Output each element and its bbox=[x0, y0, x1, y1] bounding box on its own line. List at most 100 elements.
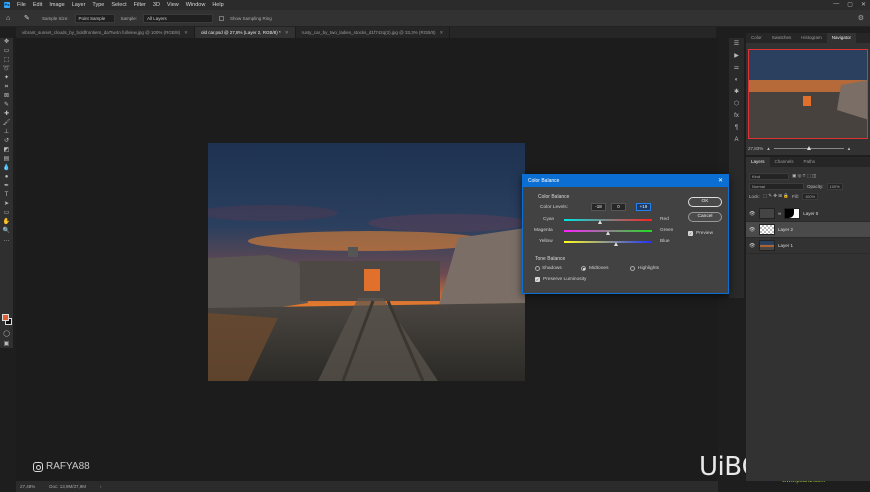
frame-tool-icon[interactable]: ⊠ bbox=[0, 92, 13, 101]
tab-old-car[interactable]: old car.psd @ 27,8% (Layer 2, RGB/8) * ✕ bbox=[194, 27, 296, 38]
minimize-button[interactable]: — bbox=[833, 1, 839, 8]
layer-name[interactable]: Layer 1 bbox=[778, 243, 793, 248]
menu-3d[interactable]: 3D bbox=[153, 2, 160, 8]
eraser-tool-icon[interactable]: ◩ bbox=[0, 146, 13, 155]
history-brush-icon[interactable]: ↺ bbox=[0, 137, 13, 146]
menu-select[interactable]: Select bbox=[111, 2, 126, 8]
marquee-tool-icon[interactable]: ⬚ bbox=[0, 56, 13, 65]
path-select-icon[interactable]: ➤ bbox=[0, 200, 13, 209]
visibility-eye-icon[interactable]: 👁 bbox=[749, 243, 756, 249]
pen-tool-icon[interactable]: ✒ bbox=[0, 182, 13, 191]
layer-row-selected[interactable]: 👁 Layer 2 bbox=[746, 222, 870, 238]
menu-layer[interactable]: Layer bbox=[72, 2, 86, 8]
blend-mode-select[interactable]: Normal bbox=[749, 182, 804, 190]
type-tool-icon[interactable]: T bbox=[0, 191, 13, 200]
midtones-radio[interactable] bbox=[581, 266, 586, 271]
photoshop-logo-icon[interactable]: Ps bbox=[4, 2, 10, 8]
zoom-slider[interactable] bbox=[773, 145, 844, 150]
preserve-luminosity-checkbox[interactable]: ✓ bbox=[535, 277, 540, 282]
filter-icons[interactable]: ▣ ◎ T ⬚ ◫ bbox=[792, 173, 816, 179]
styles-icon[interactable]: fx bbox=[729, 110, 744, 122]
menu-help[interactable]: Help bbox=[212, 2, 223, 8]
yellow-blue-slider-knob[interactable] bbox=[614, 242, 619, 246]
healing-brush-icon[interactable]: ✚ bbox=[0, 110, 13, 119]
show-sampling-ring-checkbox[interactable] bbox=[219, 15, 225, 21]
zoom-slider-knob[interactable] bbox=[806, 145, 811, 150]
move-tool-icon[interactable]: ✥ bbox=[0, 38, 13, 47]
maximize-button[interactable]: ▢ bbox=[847, 1, 853, 8]
yellow-blue-slider[interactable] bbox=[564, 241, 652, 246]
lasso-tool-icon[interactable]: ➰ bbox=[0, 65, 13, 74]
menu-file[interactable]: File bbox=[17, 2, 26, 8]
tab-rusty-car[interactable]: rusty_car_by_two_ladies_stocks_d1f742q(2… bbox=[296, 27, 451, 38]
zoom-in-icon[interactable]: ▲ bbox=[847, 146, 851, 151]
highlights-radio[interactable] bbox=[630, 266, 635, 271]
dodge-tool-icon[interactable]: ● bbox=[0, 173, 13, 182]
cyan-red-slider[interactable] bbox=[564, 219, 652, 224]
foreground-color-swatch[interactable] bbox=[2, 314, 9, 321]
tab-histogram[interactable]: Histogram bbox=[796, 33, 827, 43]
menu-type[interactable]: Type bbox=[92, 2, 104, 8]
layer-mask-thumbnail[interactable] bbox=[784, 208, 801, 219]
home-icon[interactable]: ⌂ bbox=[6, 14, 18, 23]
quick-mask-icon[interactable]: ◯ bbox=[0, 330, 13, 339]
tab-layers[interactable]: Layers bbox=[746, 157, 770, 167]
brushes-icon[interactable]: ✱ bbox=[729, 86, 744, 98]
preview-checkbox[interactable]: ✓ bbox=[688, 231, 693, 236]
menu-filter[interactable]: Filter bbox=[134, 2, 146, 8]
quick-select-tool-icon[interactable]: ✦ bbox=[0, 74, 13, 83]
properties-icon[interactable]: ⚌ bbox=[729, 62, 744, 74]
layer-row[interactable]: 👁 ∞ Layer 0 bbox=[746, 206, 870, 222]
navigator-zoom-value[interactable]: 27,83% bbox=[748, 146, 763, 151]
shape-tool-icon[interactable]: ▭ bbox=[0, 209, 13, 218]
gradient-tool-icon[interactable]: ▤ bbox=[0, 155, 13, 164]
navigator-preview[interactable] bbox=[748, 49, 868, 139]
crop-tool-icon[interactable]: ⌗ bbox=[0, 83, 13, 92]
zoom-level[interactable]: 27,48% bbox=[20, 484, 35, 489]
level-cyan-red-input[interactable]: -18 bbox=[591, 203, 606, 211]
more-tools-icon[interactable]: … bbox=[0, 236, 13, 245]
blur-tool-icon[interactable]: 💧 bbox=[0, 164, 13, 173]
menu-edit[interactable]: Edit bbox=[33, 2, 42, 8]
fill-value[interactable]: 100% bbox=[801, 192, 819, 200]
hand-tool-icon[interactable]: ✋ bbox=[0, 218, 13, 227]
dialog-title-bar[interactable]: Color Balance ✕ bbox=[523, 175, 728, 187]
opacity-value[interactable]: 100% bbox=[826, 182, 843, 190]
3d-icon[interactable]: ⬡ bbox=[729, 98, 744, 110]
tab-channels[interactable]: Channels bbox=[770, 157, 799, 167]
brush-tool-icon[interactable]: 🖌 bbox=[0, 119, 13, 128]
eyedropper-icon[interactable]: ✎ bbox=[0, 101, 13, 110]
tab-paths[interactable]: Paths bbox=[799, 157, 821, 167]
level-magenta-green-input[interactable]: 0 bbox=[611, 203, 626, 211]
lock-icons[interactable]: ⬚ ✎ ✥ ⊞ 🔒 bbox=[763, 193, 789, 199]
zoom-out-icon[interactable]: ▲ bbox=[766, 146, 770, 151]
cyan-red-slider-knob[interactable] bbox=[598, 220, 603, 224]
visibility-eye-icon[interactable]: 👁 bbox=[749, 227, 756, 233]
eyedropper-tool-icon[interactable]: ✎ bbox=[24, 14, 36, 23]
tab-swatches[interactable]: Swatches bbox=[767, 33, 797, 43]
visibility-eye-icon[interactable]: 👁 bbox=[749, 211, 756, 217]
magenta-green-slider-knob[interactable] bbox=[606, 231, 610, 235]
artboard-tool-icon[interactable]: ▭ bbox=[0, 47, 13, 56]
menu-view[interactable]: View bbox=[167, 2, 179, 8]
menu-image[interactable]: Image bbox=[49, 2, 64, 8]
shadows-radio[interactable] bbox=[535, 266, 540, 271]
layer-name[interactable]: Layer 0 bbox=[803, 211, 818, 216]
clone-stamp-icon[interactable]: ⊥ bbox=[0, 128, 13, 137]
close-tab-icon[interactable]: ✕ bbox=[439, 27, 443, 38]
zoom-tool-icon[interactable]: 🔍 bbox=[0, 227, 13, 236]
character-icon[interactable]: A bbox=[729, 134, 744, 146]
tab-navigator[interactable]: Navigator bbox=[826, 33, 857, 43]
history-panel-icon[interactable]: ☰ bbox=[729, 38, 744, 50]
tab-color[interactable]: Color bbox=[746, 33, 767, 43]
screen-mode-icon[interactable]: ▣ bbox=[0, 340, 13, 349]
ok-button[interactable]: OK bbox=[688, 197, 722, 207]
close-icon[interactable]: ✕ bbox=[718, 175, 723, 187]
layer-kind-filter[interactable]: Kind bbox=[749, 172, 789, 180]
play-actions-icon[interactable]: ▶ bbox=[729, 50, 744, 62]
close-tab-icon[interactable]: ✕ bbox=[184, 27, 188, 38]
workspace-icon[interactable]: ⚙ bbox=[858, 14, 864, 22]
menu-window[interactable]: Window bbox=[186, 2, 206, 8]
close-window-button[interactable]: ✕ bbox=[861, 1, 866, 8]
tab-sunset-clouds[interactable]: vibrant_sunset_clouds_by_boldfrontiers_d… bbox=[16, 27, 195, 38]
